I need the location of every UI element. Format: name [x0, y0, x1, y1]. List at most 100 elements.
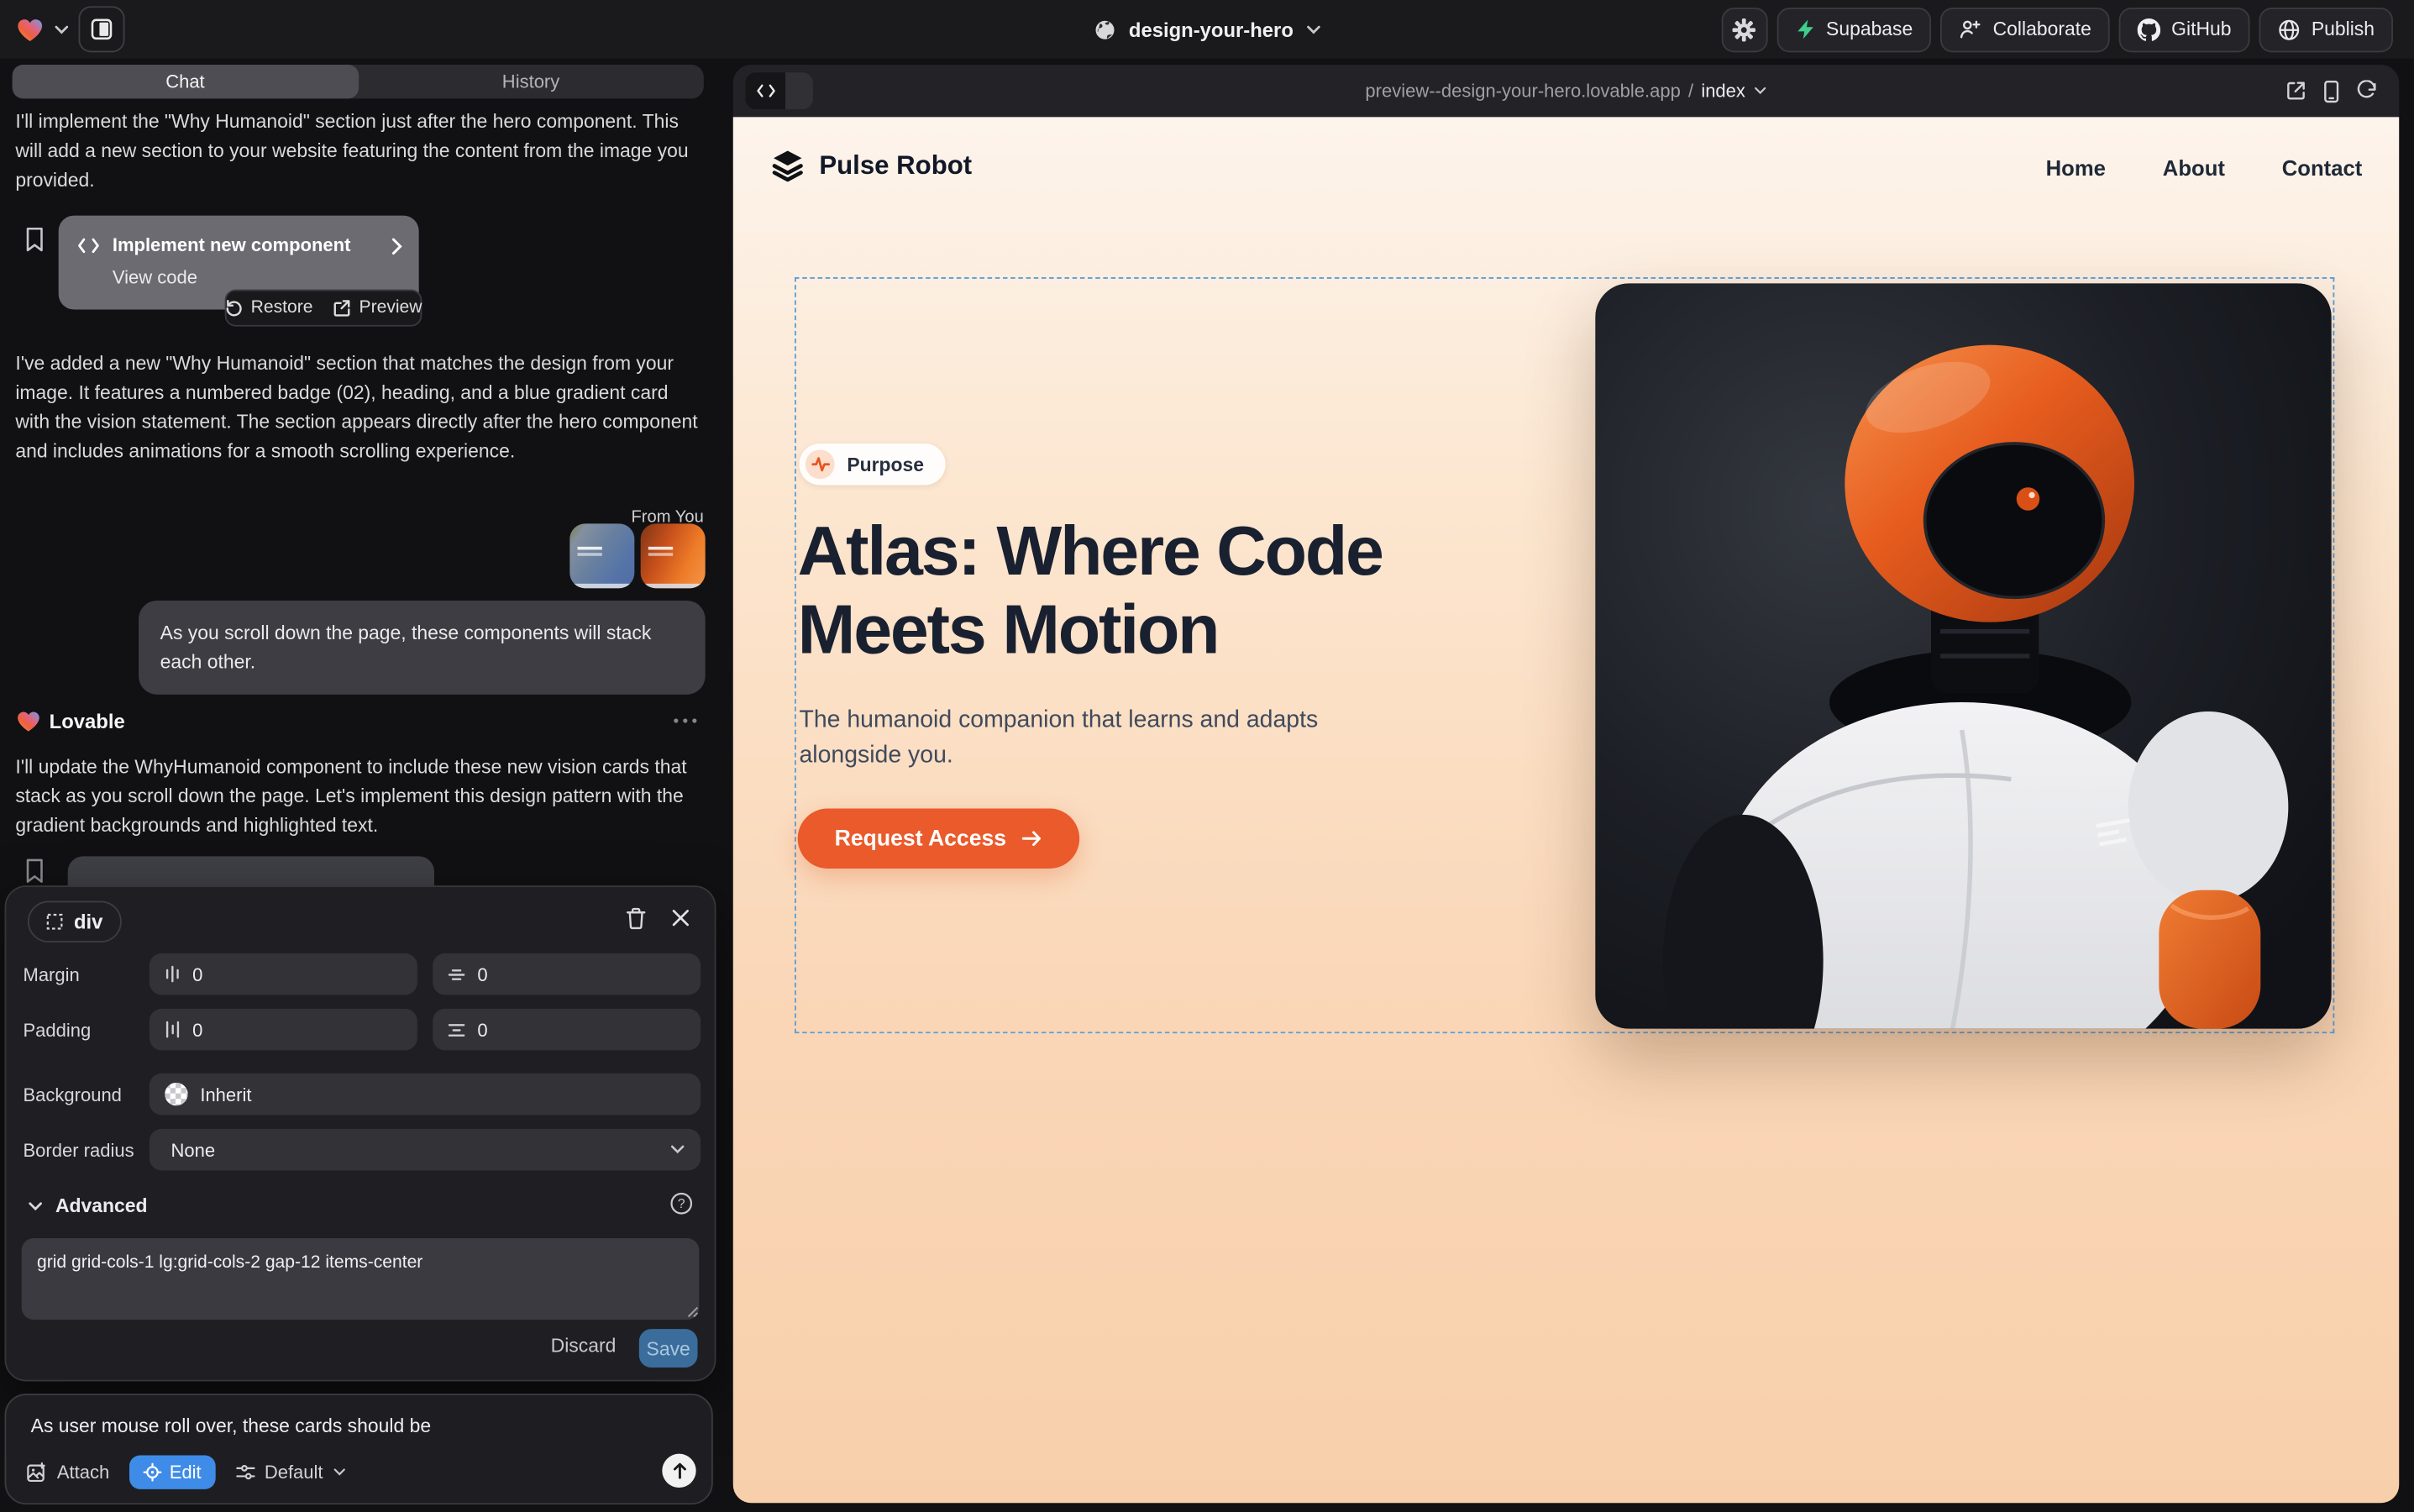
restore-preview-toolbar: Restore Preview: [225, 290, 422, 327]
code-icon: [77, 237, 100, 254]
request-access-button[interactable]: Request Access: [798, 808, 1079, 868]
project-name: design-your-hero: [1129, 18, 1294, 40]
preview-button[interactable]: Preview: [333, 299, 422, 318]
tab-history[interactable]: History: [358, 65, 704, 98]
workspace-chevron-down-icon[interactable]: [54, 24, 69, 34]
attach-button[interactable]: Attach: [26, 1462, 109, 1483]
attachment-thumbnail-blue[interactable]: [569, 523, 634, 588]
transparent-swatch-icon: [165, 1083, 187, 1105]
project-chevron-down-icon: [1306, 24, 1321, 34]
close-panel-button[interactable]: [671, 909, 690, 927]
padding-label: Padding: [23, 1020, 91, 1042]
refresh-button[interactable]: [2356, 80, 2378, 102]
dashed-box-icon: [46, 913, 63, 930]
padding-x-input[interactable]: 0: [150, 1009, 417, 1050]
bookmark-icon-2[interactable]: [24, 858, 45, 884]
save-button[interactable]: Save: [639, 1329, 698, 1368]
preview-toggle-segment[interactable]: [785, 72, 813, 109]
chat-input[interactable]: As user mouse roll over, these cards sho…: [31, 1415, 431, 1437]
resize-handle[interactable]: [687, 1306, 700, 1319]
tool-card-title: Implement new component: [113, 234, 351, 256]
chat-composer: As user mouse roll over, these cards sho…: [4, 1394, 712, 1504]
user-message-bubble: As you scroll down the page, these compo…: [139, 601, 706, 695]
trash-icon: [625, 907, 647, 930]
publish-globe-icon: [2277, 18, 2301, 40]
margin-y-icon: [448, 966, 464, 981]
mobile-phone-icon: [2323, 79, 2338, 102]
nav-home[interactable]: Home: [2046, 155, 2106, 180]
element-inspector-panel: div Margin 0 0 Padding 0 0 Background: [4, 885, 716, 1381]
help-icon[interactable]: ?: [669, 1192, 693, 1215]
padding-x-icon: [165, 1021, 180, 1037]
message-more-menu[interactable]: [673, 717, 697, 723]
mode-chevron-down-icon: [333, 1467, 346, 1477]
attachment-thumbnail-orange[interactable]: [641, 523, 706, 588]
chevron-right-icon: [391, 237, 404, 255]
site-nav: Home About Contact: [2046, 155, 2363, 180]
nav-contact[interactable]: Contact: [2282, 155, 2363, 180]
chat-history-tabs: Chat History: [13, 65, 704, 98]
preview-topbar: preview--design-your-hero.lovable.app / …: [733, 65, 2400, 117]
supabase-button[interactable]: Supabase: [1776, 7, 1931, 51]
open-external-icon: [333, 299, 351, 318]
tab-chat[interactable]: Chat: [13, 65, 359, 98]
background-label: Background: [23, 1084, 121, 1106]
assistant-message-1: I'll implement the "Why Humanoid" sectio…: [15, 108, 695, 195]
attach-image-icon: [26, 1462, 48, 1483]
selected-element-tag[interactable]: div: [28, 900, 121, 942]
send-button[interactable]: [662, 1454, 695, 1488]
publish-button[interactable]: Publish: [2259, 7, 2392, 51]
sliders-icon: [235, 1463, 255, 1482]
code-icon: [755, 83, 775, 98]
hero-title: Atlas: Where Code Meets Motion: [798, 512, 1383, 669]
open-in-new-tab-button[interactable]: [2285, 80, 2307, 102]
select-chevron-down-icon: [669, 1144, 685, 1155]
delete-element-button[interactable]: [625, 907, 647, 930]
github-button[interactable]: GitHub: [2119, 7, 2250, 51]
mobile-view-button[interactable]: [2323, 79, 2338, 102]
code-toggle-segment[interactable]: [745, 72, 785, 109]
margin-label: Margin: [23, 964, 79, 986]
margin-x-icon: [165, 965, 180, 982]
bookmark-icon[interactable]: [24, 226, 45, 252]
page-chevron-down-icon: [1753, 87, 1766, 96]
settings-button[interactable]: [1721, 7, 1767, 51]
collaborate-button[interactable]: Collaborate: [1940, 7, 2110, 51]
mode-select[interactable]: Default: [235, 1462, 346, 1483]
border-radius-select[interactable]: None: [150, 1129, 701, 1170]
collaborate-people-icon: [1959, 18, 1982, 40]
nav-about[interactable]: About: [2163, 155, 2225, 180]
project-globe-icon: [1094, 18, 1117, 40]
code-preview-toggle[interactable]: [745, 72, 813, 109]
margin-x-input[interactable]: 0: [150, 953, 417, 995]
lovable-heart-icon: [15, 708, 41, 732]
site-logo[interactable]: Pulse Robot: [770, 148, 972, 183]
project-switcher[interactable]: design-your-hero: [1094, 0, 1321, 59]
border-radius-label: Border radius: [23, 1140, 134, 1162]
purpose-badge: Purpose: [799, 444, 945, 485]
padding-y-input[interactable]: 0: [433, 1009, 701, 1050]
padding-y-icon: [448, 1021, 464, 1037]
arrow-right-icon: [1021, 828, 1042, 848]
close-icon: [671, 909, 690, 927]
app-topbar: design-your-hero: [0, 0, 2414, 59]
discard-button[interactable]: Discard: [551, 1335, 617, 1357]
background-input[interactable]: Inherit: [150, 1074, 701, 1115]
edit-mode-button[interactable]: Edit: [129, 1455, 215, 1488]
assistant-message-2: I've added a new "Why Humanoid" section …: [15, 349, 705, 466]
margin-y-input[interactable]: 0: [433, 953, 701, 995]
restore-button[interactable]: Restore: [224, 299, 312, 318]
advanced-section-toggle[interactable]: Advanced: [28, 1195, 148, 1217]
restore-icon: [224, 299, 243, 318]
toggle-sidebar-button[interactable]: [78, 6, 124, 52]
pulse-icon: [806, 449, 835, 479]
view-code-link[interactable]: View code: [113, 266, 197, 288]
classes-textarea[interactable]: grid grid-cols-1 lg:grid-cols-2 gap-12 i…: [22, 1238, 700, 1320]
open-external-icon: [2285, 80, 2307, 102]
svg-text:?: ?: [678, 1197, 685, 1211]
preview-url-breadcrumb[interactable]: preview--design-your-hero.lovable.app / …: [1365, 65, 1766, 117]
preview-window: preview--design-your-hero.lovable.app / …: [733, 65, 2400, 1503]
layers-icon: [770, 148, 806, 183]
target-icon: [144, 1463, 162, 1482]
lovable-heart-logo[interactable]: [15, 15, 45, 43]
